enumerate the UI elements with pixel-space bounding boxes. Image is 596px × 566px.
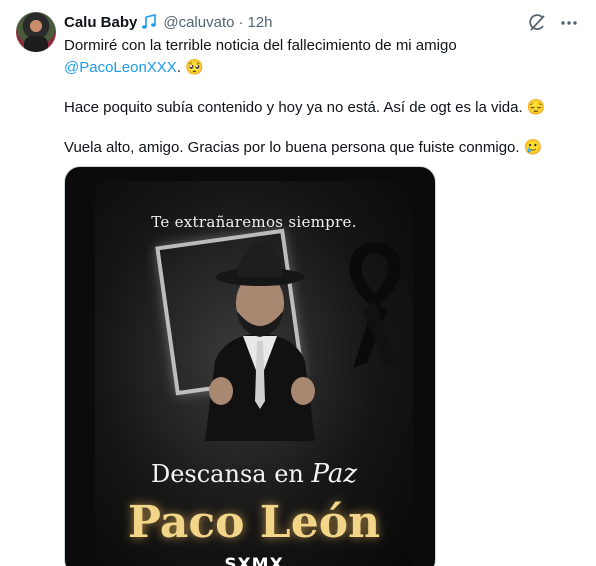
grok-icon[interactable]	[526, 12, 548, 34]
tweet-paragraph-2: Hace poquito subía contenido y hoy ya no…	[64, 99, 546, 116]
tweet-line-2: @PacoLeonXXX. 🥺	[64, 57, 564, 79]
display-name[interactable]: Calu Baby	[64, 14, 137, 31]
mention-suffix: . 🥺	[176, 59, 204, 76]
header-actions	[516, 12, 580, 34]
poster-name: Paco León	[127, 497, 381, 548]
paz-text: Paz	[311, 459, 358, 489]
tweet-media[interactable]: Te extrañaremos siempre. Descansa en Paz…	[64, 166, 436, 566]
music-notes-icon	[141, 14, 159, 30]
tweet-paragraph-3: Vuela alto, amigo. Gracias por lo buena …	[64, 139, 543, 156]
poster-top-text: Te extrañaremos siempre.	[151, 213, 357, 231]
memorial-poster: Te extrañaremos siempre. Descansa en Paz…	[95, 181, 413, 566]
tweet[interactable]: Calu Baby @caluvato · 12h Dormiré con la…	[0, 0, 596, 566]
more-icon[interactable]	[558, 12, 580, 34]
separator-dot: ·	[238, 13, 244, 31]
avatar[interactable]	[16, 12, 56, 52]
tweet-header: Calu Baby @caluvato · 12h	[64, 12, 273, 32]
timestamp[interactable]: 12h	[247, 14, 272, 31]
poster-brand: SXMX	[224, 555, 284, 566]
ribbon-icon	[349, 243, 401, 368]
tweet-line-1: Dormiré con la terrible noticia del fall…	[64, 37, 457, 54]
poster-rest-text: Descansa en Paz	[95, 459, 413, 489]
mention-link[interactable]: @PacoLeonXXX	[64, 59, 177, 76]
tweet-text: Dormiré con la terrible noticia del fall…	[64, 35, 564, 159]
person-figure	[205, 243, 315, 441]
rest-text: Descansa en	[150, 460, 304, 488]
handle[interactable]: @caluvato	[163, 14, 234, 31]
